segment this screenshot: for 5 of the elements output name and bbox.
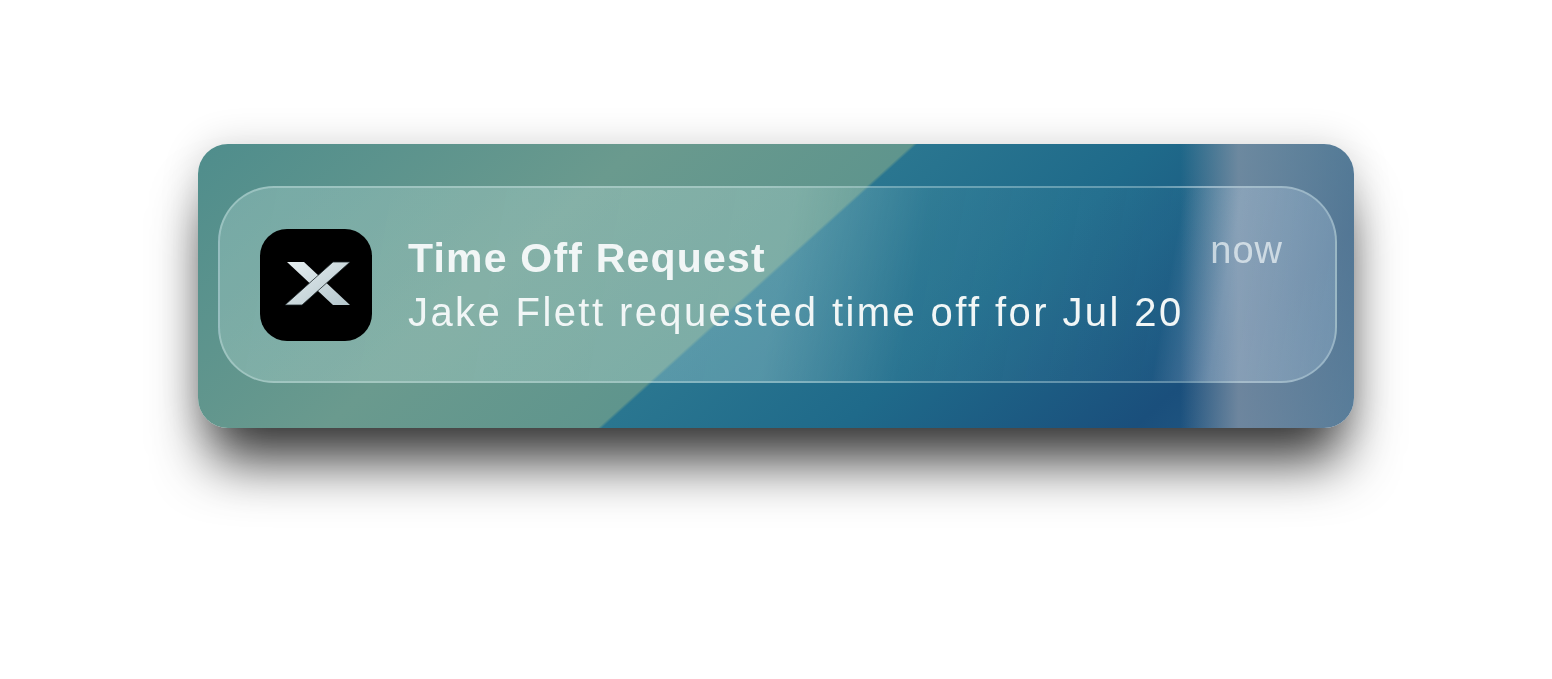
notification-title: Time Off Request — [408, 233, 767, 283]
notification-message: Jake Flett requested time off for Jul 20 — [408, 288, 1185, 336]
notification-card[interactable]: Time Off Request Jake Flett requested time off for Jul 20 now — [218, 186, 1337, 383]
notification-time: now — [1210, 231, 1283, 269]
app-icon — [260, 228, 372, 341]
